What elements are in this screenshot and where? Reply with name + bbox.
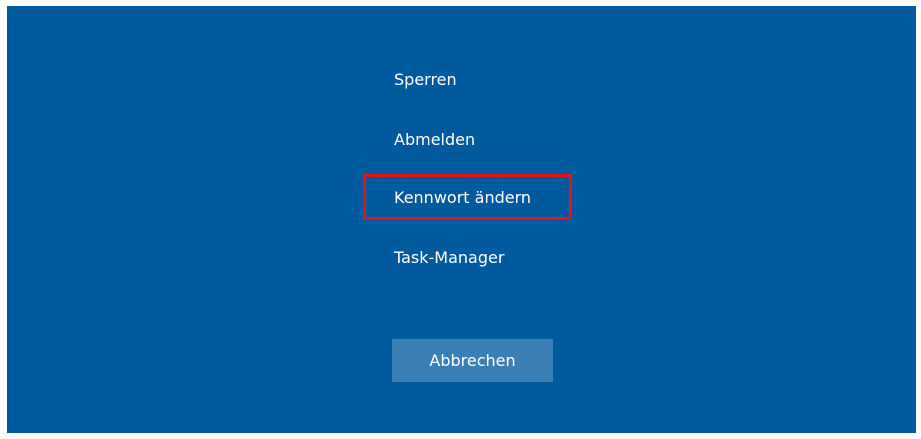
menu-item-change-password[interactable]: Kennwort ändern	[394, 183, 531, 213]
menu-item-sign-out[interactable]: Abmelden	[394, 125, 475, 155]
menu-item-lock[interactable]: Sperren	[394, 65, 457, 95]
menu-item-task-manager[interactable]: Task-Manager	[394, 243, 504, 273]
cancel-button[interactable]: Abbrechen	[392, 339, 553, 382]
security-options-screen: Sperren Abmelden Kennwort ändern Task-Ma…	[7, 6, 916, 433]
